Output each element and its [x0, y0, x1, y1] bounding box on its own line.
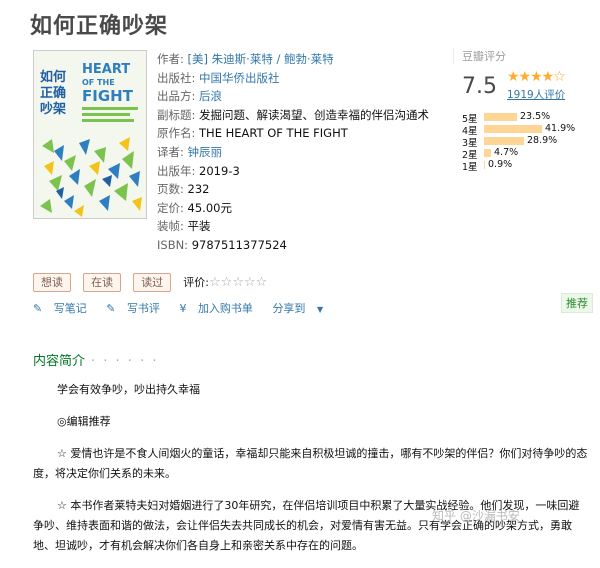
reading-button[interactable]: 在读: [83, 273, 122, 292]
rating-bar: [484, 113, 517, 121]
recommend-button[interactable]: 推荐: [561, 293, 593, 313]
rating-score: 7.5: [462, 74, 497, 99]
pages-value: 232: [187, 182, 210, 197]
rating-row: 3星 28.9%: [462, 135, 592, 149]
rating-row: 5星 23.5%: [462, 111, 592, 125]
intro-paragraph: ◎编辑推荐: [57, 415, 111, 428]
rating-bar: [484, 161, 485, 169]
share-dropdown[interactable]: 分享到 ▼: [272, 302, 331, 315]
rating-row-percent: 23.5%: [520, 111, 551, 122]
pencil-icon: ✎: [33, 302, 43, 315]
rating-title: 豆瓣评分: [462, 50, 506, 63]
publisher-link[interactable]: 中国华侨出版社: [199, 71, 280, 85]
secondary-actions: ✎ 写笔记 ✎ 写书评 ¥ 加入购书单 分享到 ▼: [33, 300, 339, 316]
svg-text:OF THE: OF THE: [82, 78, 115, 87]
rating-stars: ★★★★☆: [507, 69, 566, 85]
translator-link[interactable]: 钟辰丽: [188, 145, 223, 159]
binding-value: 平装: [187, 219, 211, 234]
intro-paragraph: ☆ 本书作者莱特夫妇对婚姻进行了30年研究，在伴侣培训项目中积累了大量实战经验。…: [33, 499, 580, 552]
publisher-row: 出版社: 中国华侨出版社: [157, 70, 280, 85]
write-review-link[interactable]: ✎ 写书评: [106, 302, 168, 315]
svg-text:如何: 如何: [40, 69, 66, 85]
year-value: 2019-3: [199, 163, 240, 178]
book-cover-art: 如何 正确 吵架 HEART OF THE FIGHT: [34, 51, 146, 218]
rating-row: 1星 0.9%: [462, 159, 592, 173]
rating-row: 2星 4.7%: [462, 147, 592, 161]
rating-bar: [484, 137, 524, 145]
pages-row: 页数: 232: [157, 182, 210, 197]
author-row: 作者: [美] 朱迪斯·莱特 / 鲍勃·莱特: [157, 52, 334, 66]
rating-row-percent: 0.9%: [488, 159, 513, 170]
translator-row: 译者: 钟辰丽: [157, 144, 223, 159]
binding-row: 装帧: 平装: [157, 219, 211, 234]
rate-widget: 评价:☆☆☆☆☆: [183, 274, 267, 290]
rating-count-link[interactable]: 1919人评价: [507, 87, 565, 102]
intro-body: 学会有效争吵，吵出持久幸福 ◎编辑推荐 ☆ 爱情也许是不食人间烟火的童话，幸福却…: [33, 380, 588, 568]
price-row: 定价: 45.00元: [157, 200, 232, 215]
pencil-icon: ✎: [106, 302, 116, 315]
svg-text:FIGHT: FIGHT: [82, 87, 134, 105]
rating-bar: [484, 149, 491, 157]
subtitle-value: 发掘问题、解读渴望、创造幸福的伴侣沟通术: [199, 107, 430, 122]
svg-text:吵架: 吵架: [40, 101, 66, 117]
rate-stars[interactable]: ☆☆☆☆☆: [209, 275, 267, 290]
rating-row: 4星 41.9%: [462, 123, 592, 137]
heading-dots: · · · · · ·: [91, 354, 159, 369]
original-title-row: 原作名: THE HEART OF THE FIGHT: [157, 126, 348, 141]
rating-panel: 豆瓣评分 7.5 ★★★★☆ 1919人评价 5星 23.5% 4星 41.9% 3星 2…: [453, 48, 590, 173]
svg-text:正确: 正确: [40, 85, 66, 101]
add-to-cart-link[interactable]: ¥ 加入购书单: [179, 302, 261, 315]
want-to-read-button[interactable]: 想读: [33, 273, 71, 292]
have-read-button[interactable]: 读过: [133, 273, 172, 292]
isbn-row: ISBN: 9787511377524: [157, 237, 287, 252]
svg-text:HEART: HEART: [82, 62, 130, 77]
action-bar: 想读 在读 读过 评价:☆☆☆☆☆: [33, 271, 267, 292]
intro-paragraph: ☆ 爱情也许是不食人间烟火的童话，幸福却只能来自积极坦诚的撞击，哪有不吵架的伴侣…: [33, 447, 588, 480]
price-value: 45.00元: [187, 200, 232, 215]
write-note-link[interactable]: ✎ 写笔记: [33, 302, 95, 315]
yen-icon: ¥: [179, 302, 187, 315]
original-title-value: THE HEART OF THE FIGHT: [199, 126, 348, 141]
rating-bar: [484, 125, 542, 133]
author-link[interactable]: [美] 朱迪斯·莱特 / 鲍勃·莱特: [188, 52, 334, 66]
rate-label: 评价:: [183, 276, 209, 289]
rating-row-percent: 28.9%: [527, 135, 558, 146]
rating-distribution: 5星 23.5% 4星 41.9% 3星 28.9% 2星 4.7% 1星 0.9%: [462, 111, 592, 173]
rating-row-label: 1星: [462, 162, 478, 173]
isbn-value: 9787511377524: [191, 237, 287, 252]
watermark: 知乎 @沙漏书安: [432, 509, 520, 523]
year-row: 出版年: 2019-3: [157, 163, 240, 178]
intro-heading: 内容简介 · · · · · ·: [33, 354, 159, 369]
chevron-down-icon: ▼: [316, 305, 324, 314]
rating-row-percent: 4.7%: [494, 147, 519, 158]
book-info: 作者: [美] 朱迪斯·莱特 / 鲍勃·莱特 出版社: 中国华侨出版社 出品方:…: [157, 50, 429, 255]
subtitle-row: 副标题: 发掘问题、解读渴望、创造幸福的伴侣沟通术: [157, 107, 430, 122]
producer-link[interactable]: 后浪: [199, 89, 222, 103]
rating-row-percent: 41.9%: [545, 123, 576, 134]
producer-row: 出品方: 后浪: [157, 89, 223, 104]
intro-paragraph: 学会有效争吵，吵出持久幸福: [57, 383, 200, 396]
book-cover[interactable]: 如何 正确 吵架 HEART OF THE FIGHT: [33, 50, 147, 219]
page-title: 如何正确吵架: [30, 14, 169, 39]
